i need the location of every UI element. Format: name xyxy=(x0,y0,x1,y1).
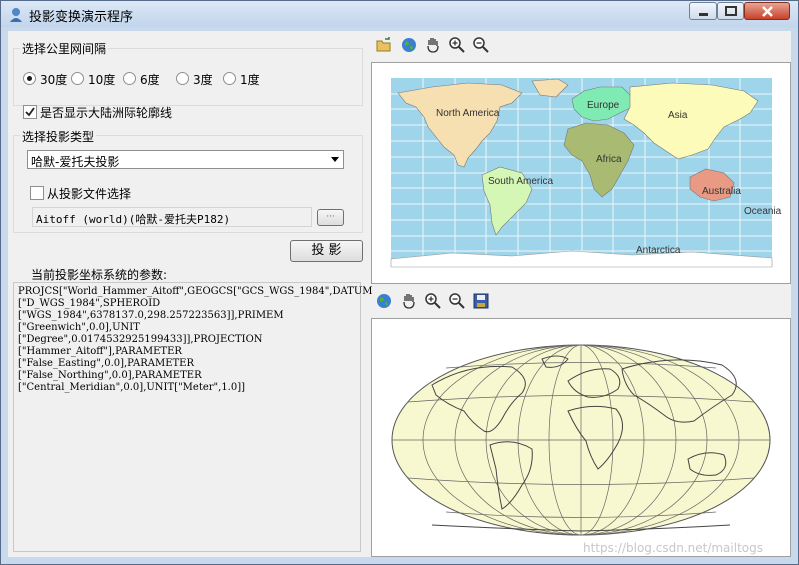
label-north-america: North America xyxy=(436,108,500,119)
globe-icon[interactable] xyxy=(375,292,393,310)
zoom-out-icon[interactable] xyxy=(448,292,466,310)
client-area: 选择公里网间隔 30度 10度 6度 3度 1度 是否显示大陆洲际轮廓线 选择投… xyxy=(8,31,791,557)
pan-hand-icon[interactable] xyxy=(400,292,418,310)
params-line: ["False_Northing",0.0],PARAMETER xyxy=(18,370,202,381)
show-outline-label: 是否显示大陆洲际轮廓线 xyxy=(40,106,173,120)
params-line: ["Central_Meridian",0.0],UNIT["Meter",1.… xyxy=(18,382,246,393)
check-icon xyxy=(25,107,35,117)
zoom-in-icon[interactable] xyxy=(448,36,466,54)
maximize-button[interactable] xyxy=(717,2,744,20)
from-file-checkbox[interactable]: 从投影文件选择 xyxy=(30,185,230,201)
app-window: 投影变换演示程序 选择公里网间隔 30度 10度 6度 3度 1度 是否显示大陆… xyxy=(0,0,799,565)
radio-label: 3度 xyxy=(193,73,213,87)
chevron-down-icon xyxy=(331,157,339,162)
radio-dot xyxy=(176,72,189,85)
minimize-icon xyxy=(699,13,708,16)
params-line: ["False_Easting",0.0],PARAMETER xyxy=(18,358,195,369)
app-icon xyxy=(10,8,22,22)
save-icon[interactable] xyxy=(472,292,490,310)
checkbox-box xyxy=(30,186,44,200)
projection-type-label: 选择投影类型 xyxy=(20,128,97,145)
params-textbox[interactable]: PROJCS["World_Hammer_Aitoff",GEOGCS["GCS… xyxy=(13,282,373,552)
open-file-icon[interactable] xyxy=(375,36,393,54)
projected-map-panel[interactable] xyxy=(371,318,791,557)
label-south-america: South America xyxy=(488,176,553,187)
radio-label: 10度 xyxy=(88,73,116,87)
params-line: ["Greenwich",0.0],UNIT xyxy=(18,322,140,333)
params-line: ["D_WGS_1984",SPHEROID xyxy=(18,298,161,309)
label-antarctica: Antarctica xyxy=(636,245,681,256)
label-oceania: Oceania xyxy=(744,206,782,217)
source-map-panel[interactable]: North America Europe Asia Africa South A… xyxy=(371,62,791,284)
grid-interval-label: 选择公里网间隔 xyxy=(20,40,109,57)
zoom-in-icon[interactable] xyxy=(424,292,442,310)
projected-world-map[interactable] xyxy=(372,319,790,556)
browse-button[interactable]: ··· xyxy=(317,209,344,226)
watermark-text: https://blog.csdn.net/mailtogs xyxy=(583,541,763,555)
checkbox-box xyxy=(23,105,37,119)
minimize-button[interactable] xyxy=(689,2,717,20)
window-title: 投影变换演示程序 xyxy=(29,10,134,25)
params-line: PROJCS["World_Hammer_Aitoff",GEOGCS["GCS… xyxy=(18,286,373,297)
pan-hand-icon[interactable] xyxy=(424,36,442,54)
maximize-icon xyxy=(725,6,737,16)
zoom-out-icon[interactable] xyxy=(472,36,490,54)
radio-dot xyxy=(23,72,36,85)
projection-type-dropdown[interactable]: 哈默-爱托夫投影 xyxy=(27,150,344,169)
radio-dot xyxy=(71,72,84,85)
radio-dot xyxy=(223,72,236,85)
label-asia: Asia xyxy=(668,110,688,121)
source-world-map[interactable]: North America Europe Asia Africa South A… xyxy=(372,63,790,283)
params-label: 当前投影坐标系统的参数: xyxy=(31,268,168,282)
label-europe: Europe xyxy=(587,100,620,111)
projection-file-field[interactable]: Aitoff (world)(哈默-爱托夫P182) xyxy=(32,207,312,227)
close-button[interactable] xyxy=(744,2,790,20)
params-line: ["WGS_1984",6378137.0,298.257223563]],PR… xyxy=(18,310,284,321)
projection-type-value: 哈默-爱托夫投影 xyxy=(31,155,120,169)
show-outline-checkbox[interactable]: 是否显示大陆洲际轮廓线 xyxy=(23,104,283,120)
from-file-label: 从投影文件选择 xyxy=(47,187,132,201)
globe-icon[interactable] xyxy=(400,36,418,54)
radio-dot xyxy=(123,72,136,85)
close-icon xyxy=(762,6,773,17)
project-button[interactable]: 投 影 xyxy=(290,240,363,262)
radio-label: 6度 xyxy=(140,73,160,87)
label-australia: Australia xyxy=(702,186,741,197)
params-line: ["Degree",0.0174532925199433]],PROJECTIO… xyxy=(18,334,263,345)
label-africa: Africa xyxy=(596,154,622,165)
params-line: ["Hammer_Aitoff"],PARAMETER xyxy=(18,346,182,357)
radio-label: 30度 xyxy=(40,73,68,87)
title-bar[interactable]: 投影变换演示程序 xyxy=(1,1,798,27)
radio-label: 1度 xyxy=(240,73,260,87)
